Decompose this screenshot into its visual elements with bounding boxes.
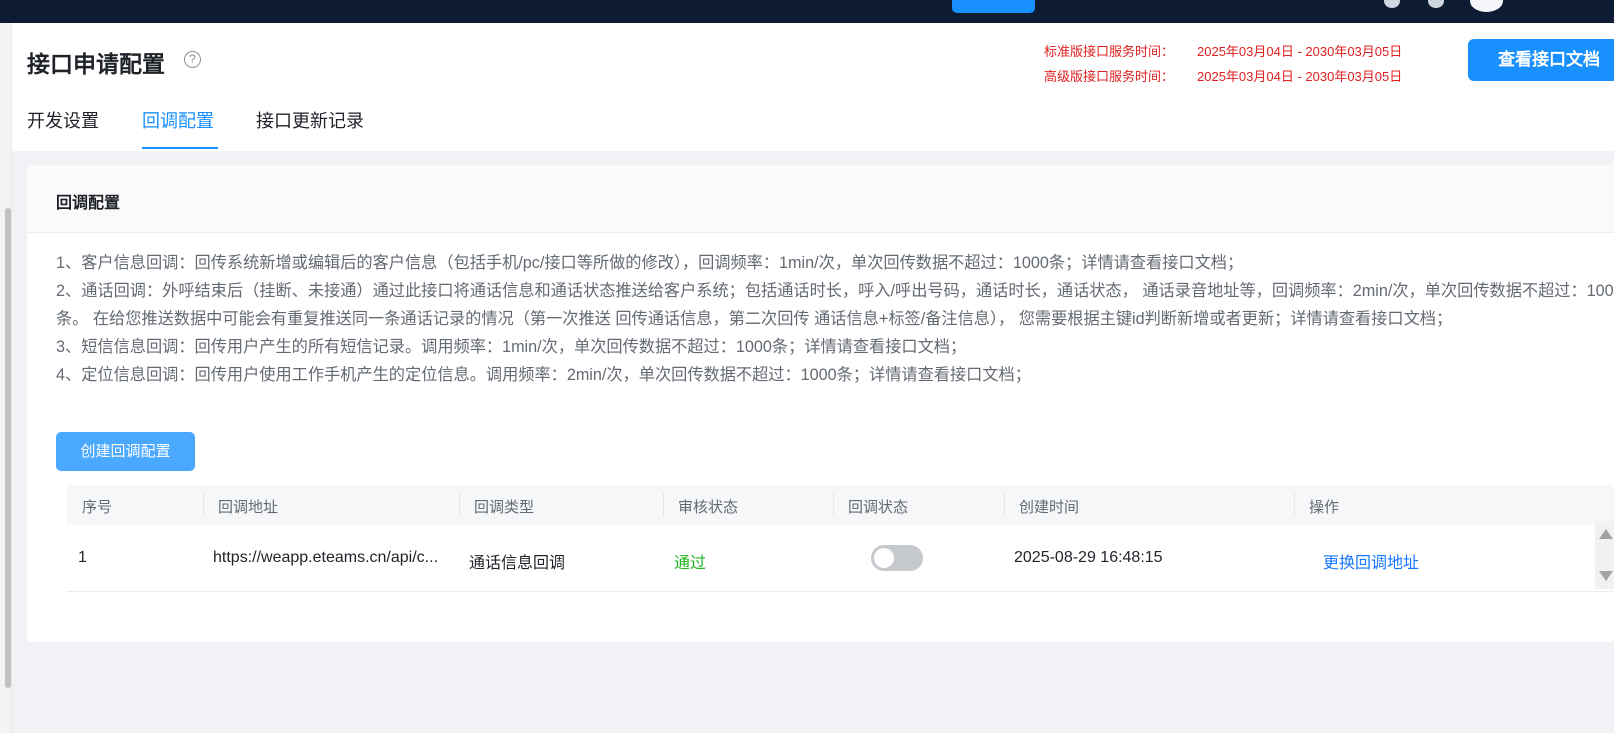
nav-item[interactable] — [342, 0, 378, 8]
bell-icon[interactable] — [1428, 0, 1444, 8]
callback-config-card: 回调配置 1、客户信息回调：回传系统新增或编辑后的客户信息（包括手机/pc/接口… — [27, 165, 1614, 642]
view-api-doc-button[interactable]: 查看接口文档 — [1468, 39, 1614, 81]
scroll-up-arrow-icon[interactable] — [1599, 529, 1613, 539]
column-divider — [663, 493, 664, 517]
column-header-index: 序号 — [82, 499, 113, 516]
nav-item[interactable] — [688, 0, 740, 8]
cell-created-at: 2025-08-29 16:48:15 — [1014, 549, 1163, 566]
cell-audit-status: 通过 — [674, 555, 707, 572]
nav-item[interactable] — [866, 0, 906, 8]
card-title: 回调配置 — [56, 195, 121, 212]
page-title: 接口申请配置 — [27, 51, 165, 77]
column-divider — [1294, 493, 1295, 517]
column-header-callback-status: 回调状态 — [848, 499, 909, 516]
column-header-created: 创建时间 — [1019, 499, 1080, 516]
card-header: 回调配置 — [27, 165, 1614, 233]
nav-item[interactable] — [587, 0, 643, 8]
table-scrollbar[interactable] — [1595, 521, 1614, 589]
advanced-service-value: 2025年03月04日 - 2030年03月05日 — [1197, 69, 1403, 84]
standard-service-label: 标准版接口服务时间： — [1044, 44, 1175, 59]
page-scrollbar[interactable] — [0, 23, 12, 733]
column-divider — [833, 493, 834, 517]
nav-item[interactable] — [503, 0, 543, 8]
toggle-knob — [874, 548, 894, 568]
column-divider — [203, 493, 204, 517]
column-header-audit: 审核状态 — [678, 499, 739, 516]
tab-api-update-log[interactable]: 接口更新记录 — [256, 107, 364, 133]
callback-description: 1、客户信息回调：回传系统新增或编辑后的客户信息（包括手机/pc/接口等所做的修… — [56, 249, 1614, 389]
help-icon[interactable]: ? — [184, 51, 201, 68]
cell-index: 1 — [78, 549, 87, 566]
top-navigation-bar — [0, 0, 1614, 23]
description-line: 4、定位信息回调：回传用户使用工作手机产生的定位信息。调用频率：2min/次，单… — [56, 366, 1031, 384]
column-header-type: 回调类型 — [474, 499, 535, 516]
tab-dev-settings[interactable]: 开发设置 — [27, 107, 99, 133]
page-header: 接口申请配置 ? 标准版接口服务时间： 2025年03月04日 - 2030年0… — [12, 23, 1614, 151]
callback-status-toggle[interactable] — [871, 545, 923, 571]
column-divider — [459, 493, 460, 517]
table-header: 序号 回调地址 回调类型 审核状态 回调状态 创建时间 操作 — [67, 485, 1614, 525]
nav-item-active[interactable] — [952, 0, 1035, 13]
standard-service-value: 2025年03月04日 - 2030年03月05日 — [1197, 44, 1403, 59]
cell-type: 通话信息回调 — [469, 555, 566, 572]
advanced-service-label: 高级版接口服务时间： — [1044, 69, 1175, 84]
column-header-action: 操作 — [1309, 499, 1340, 516]
column-divider — [1004, 493, 1005, 517]
cell-url: https://weapp.eteams.cn/api/c... — [213, 549, 439, 566]
avatar[interactable] — [1470, 0, 1503, 12]
table-row: 1 https://weapp.eteams.cn/api/c... 通话信息回… — [67, 526, 1614, 592]
tab-callback-config[interactable]: 回调配置 — [142, 107, 214, 133]
page-scrollbar-thumb[interactable] — [5, 208, 11, 688]
scroll-down-arrow-icon[interactable] — [1599, 571, 1613, 581]
column-header-url: 回调地址 — [218, 499, 279, 516]
active-tab-indicator — [142, 147, 218, 149]
nav-item[interactable] — [425, 0, 455, 8]
search-icon[interactable] — [1384, 0, 1400, 8]
description-line: 2、通话回调：外呼结束后（挂断、未接通）通过此接口将通话信息和通话状态推送给客户… — [56, 282, 1614, 328]
nav-item[interactable] — [784, 0, 824, 8]
description-line: 1、客户信息回调：回传系统新增或编辑后的客户信息（包括手机/pc/接口等所做的修… — [56, 254, 1244, 272]
change-callback-url-link[interactable]: 更换回调地址 — [1323, 549, 1419, 573]
description-line: 3、短信信息回调：回传用户产生的所有短信记录。调用频率：1min/次，单次回传数… — [56, 338, 967, 356]
create-callback-button[interactable]: 创建回调配置 — [56, 432, 195, 471]
